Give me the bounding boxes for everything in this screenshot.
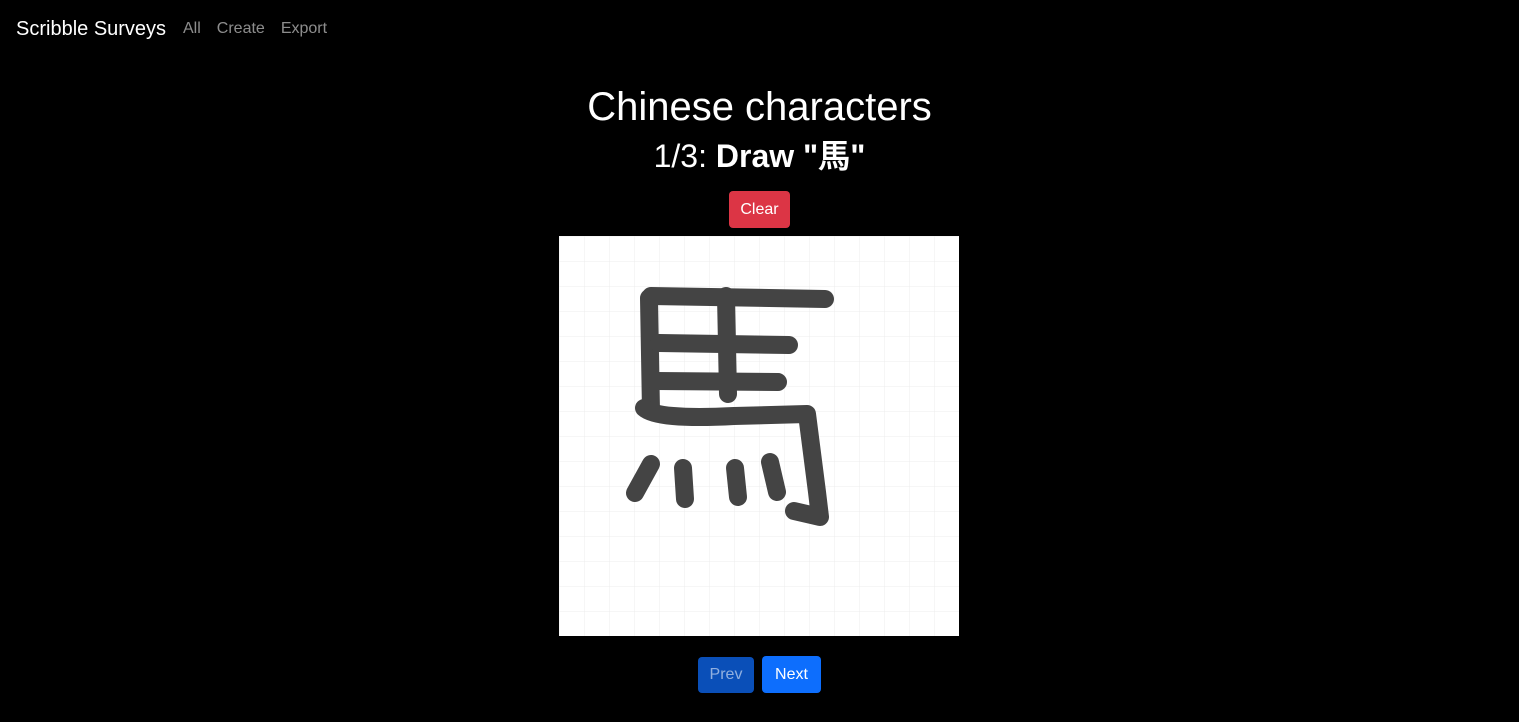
stroke-5	[647, 372, 787, 391]
nav-links: All Create Export	[183, 19, 327, 39]
stroke-4	[650, 334, 798, 354]
stroke-9	[726, 459, 747, 506]
survey-title: Chinese characters	[587, 85, 932, 129]
stroke-1	[642, 287, 834, 308]
nav-link-all[interactable]: All	[183, 19, 201, 39]
nav-link-create[interactable]: Create	[217, 19, 265, 39]
question-heading: 1/3: Draw "馬"	[0, 137, 1519, 175]
top-navbar: Scribble Surveys All Create Export	[0, 0, 1519, 58]
prev-button[interactable]: Prev	[698, 657, 754, 693]
question-progress: 1/3:	[653, 138, 707, 174]
next-button[interactable]: Next	[762, 656, 821, 693]
drawing-canvas[interactable]	[559, 236, 959, 636]
stroke-10	[761, 453, 786, 501]
stroke-8	[674, 459, 694, 508]
clear-button[interactable]: Clear	[729, 191, 790, 228]
drawing-surface	[559, 236, 959, 636]
nav-link-export[interactable]: Export	[281, 19, 327, 39]
question-prompt: Draw "馬"	[715, 138, 866, 174]
brand-link[interactable]: Scribble Surveys	[16, 17, 166, 41]
stroke-2	[640, 289, 660, 420]
